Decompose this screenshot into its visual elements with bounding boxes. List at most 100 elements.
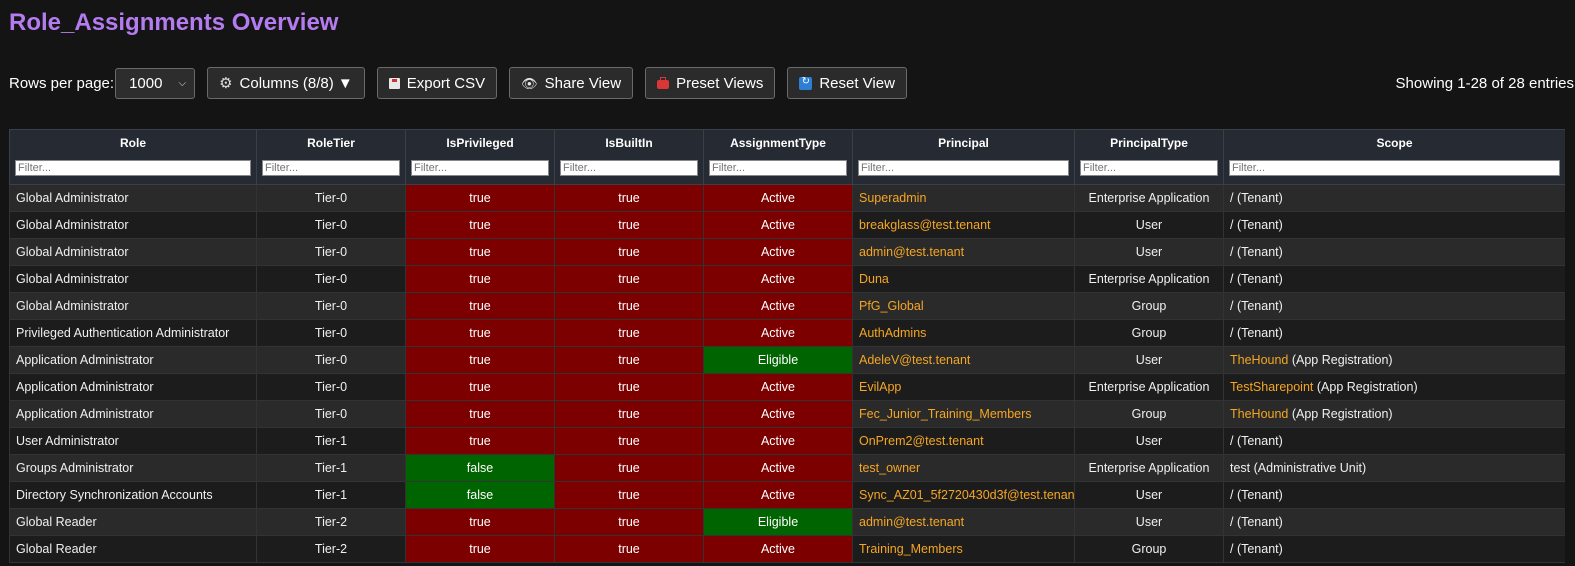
principal-link[interactable]: Fec_Junior_Training_Members: [852, 400, 1075, 428]
principaltype-cell: User: [1074, 238, 1224, 266]
role-cell: Global Reader: [9, 535, 257, 563]
rows-per-page-select[interactable]: 1000 ⌵: [115, 67, 196, 99]
scope-cell: / (Tenant): [1223, 184, 1565, 212]
role-cell: User Administrator: [9, 427, 257, 455]
column-header[interactable]: Role: [9, 129, 257, 156]
principal-filter-input[interactable]: [858, 160, 1069, 176]
principal-link[interactable]: PfG_Global: [852, 292, 1075, 320]
assignmenttype-cell: Active: [703, 319, 853, 347]
roletier-cell: Tier-0: [256, 238, 406, 266]
table-row: Global Administrator Tier-0 true true Active…: [9, 211, 1565, 239]
principal-link[interactable]: breakglass@test.tenant: [852, 211, 1075, 239]
toolbox-icon: [657, 76, 670, 89]
scope-text: / (Tenant): [1230, 326, 1283, 340]
header-row: Role RoleTier IsPrivileged IsBuiltIn Ass…: [9, 129, 1565, 156]
isprivileged-cell: true: [405, 238, 555, 266]
scope-text: / (Tenant): [1230, 218, 1283, 232]
isprivileged-cell: true: [405, 373, 555, 401]
scope-text: (App Registration): [1288, 353, 1393, 367]
principaltype-cell: Group: [1074, 319, 1224, 347]
isprivileged-cell: false: [405, 481, 555, 509]
isprivileged-cell: false: [405, 454, 555, 482]
export-csv-button[interactable]: Export CSV: [376, 67, 498, 99]
roletier-cell: Tier-0: [256, 346, 406, 374]
principaltype-filter-input[interactable]: [1080, 160, 1218, 176]
scope-link[interactable]: TheHound: [1230, 353, 1288, 367]
principal-link[interactable]: EvilApp: [852, 373, 1075, 401]
isprivileged-cell: true: [405, 400, 555, 428]
principal-link[interactable]: Sync_AZ01_5f2720430d3f@test.tenant: [852, 481, 1075, 509]
scope-text: (App Registration): [1288, 407, 1393, 421]
scope-cell: TheHound (App Registration): [1223, 346, 1565, 374]
isprivileged-filter-input[interactable]: [411, 160, 549, 176]
principaltype-cell: Group: [1074, 400, 1224, 428]
roletier-cell: Tier-0: [256, 184, 406, 212]
principal-link[interactable]: AuthAdmins: [852, 319, 1075, 347]
table-row: Application Administrator Tier-0 true true A…: [9, 400, 1565, 428]
role-cell: Application Administrator: [9, 400, 257, 428]
principaltype-cell: User: [1074, 508, 1224, 536]
share-view-button[interactable]: 👁︎ Share View: [509, 67, 634, 99]
table-row: Global Reader Tier-2 true true Active Trainin…: [9, 535, 1565, 563]
table-row: Global Administrator Tier-0 true true Active…: [9, 184, 1565, 212]
principal-link[interactable]: Superadmin: [852, 184, 1075, 212]
role-filter-input[interactable]: [15, 160, 251, 176]
column-header[interactable]: Scope: [1223, 129, 1565, 156]
preset-views-button[interactable]: Preset Views: [645, 67, 776, 99]
principal-link[interactable]: Duna: [852, 265, 1075, 293]
columns-button-label: Columns (8/8) ▼: [239, 74, 353, 92]
column-header[interactable]: Principal: [852, 129, 1075, 156]
scope-text: / (Tenant): [1230, 299, 1283, 313]
isprivileged-cell: true: [405, 265, 555, 293]
principal-link[interactable]: Training_Members: [852, 535, 1075, 563]
principal-link[interactable]: OnPrem2@test.tenant: [852, 427, 1075, 455]
table-row: User Administrator Tier-1 true true Active On…: [9, 427, 1565, 455]
isprivileged-cell: true: [405, 319, 555, 347]
scope-cell: / (Tenant): [1223, 319, 1565, 347]
principal-link[interactable]: admin@test.tenant: [852, 238, 1075, 266]
scope-link[interactable]: TheHound: [1230, 407, 1288, 421]
assignmenttype-cell: Active: [703, 238, 853, 266]
eye-icon: 👁︎: [521, 75, 538, 91]
roletier-cell: Tier-1: [256, 481, 406, 509]
scope-link[interactable]: TestSharepoint: [1230, 380, 1313, 394]
floppy-disk-icon: [388, 77, 400, 89]
column-header[interactable]: PrincipalType: [1074, 129, 1224, 156]
roletier-cell: Tier-0: [256, 373, 406, 401]
refresh-icon: ↻: [799, 76, 813, 90]
scope-cell: / (Tenant): [1223, 508, 1565, 536]
isprivileged-cell: true: [405, 427, 555, 455]
column-header[interactable]: AssignmentType: [703, 129, 853, 156]
principaltype-cell: User: [1074, 346, 1224, 374]
principal-link[interactable]: admin@test.tenant: [852, 508, 1075, 536]
column-header[interactable]: RoleTier: [256, 129, 406, 156]
column-header[interactable]: IsPrivileged: [405, 129, 555, 156]
reset-view-button[interactable]: ↻ Reset View: [787, 67, 907, 99]
scope-cell: / (Tenant): [1223, 427, 1565, 455]
assignmenttype-filter-input[interactable]: [709, 160, 847, 176]
assignmenttype-cell: Active: [703, 481, 853, 509]
column-header[interactable]: IsBuiltIn: [554, 129, 704, 156]
roletier-cell: Tier-2: [256, 508, 406, 536]
scope-filter-input[interactable]: [1229, 160, 1560, 176]
assignmenttype-cell: Eligible: [703, 346, 853, 374]
principaltype-cell: Enterprise Application: [1074, 373, 1224, 401]
rows-per-page-value: 1000: [129, 74, 163, 92]
chevron-down-icon: ⌵: [178, 77, 187, 89]
isprivileged-cell: true: [405, 535, 555, 563]
isbuiltin-cell: true: [554, 346, 704, 374]
scope-text: / (Tenant): [1230, 272, 1283, 286]
isbuiltin-filter-input[interactable]: [560, 160, 698, 176]
assignmenttype-cell: Eligible: [703, 508, 853, 536]
columns-button[interactable]: ⚙ Columns (8/8) ▼: [207, 67, 365, 99]
isbuiltin-cell: true: [554, 292, 704, 320]
principaltype-cell: Enterprise Application: [1074, 184, 1224, 212]
table-row: Global Administrator Tier-0 true true Active…: [9, 265, 1565, 293]
roletier-filter-input[interactable]: [262, 160, 400, 176]
principal-link[interactable]: test_owner: [852, 454, 1075, 482]
scope-cell: TestSharepoint (App Registration): [1223, 373, 1565, 401]
filter-cell: [1223, 156, 1565, 185]
principal-link[interactable]: AdeleV@test.tenant: [852, 346, 1075, 374]
scope-cell: TheHound (App Registration): [1223, 400, 1565, 428]
assignmenttype-cell: Active: [703, 427, 853, 455]
